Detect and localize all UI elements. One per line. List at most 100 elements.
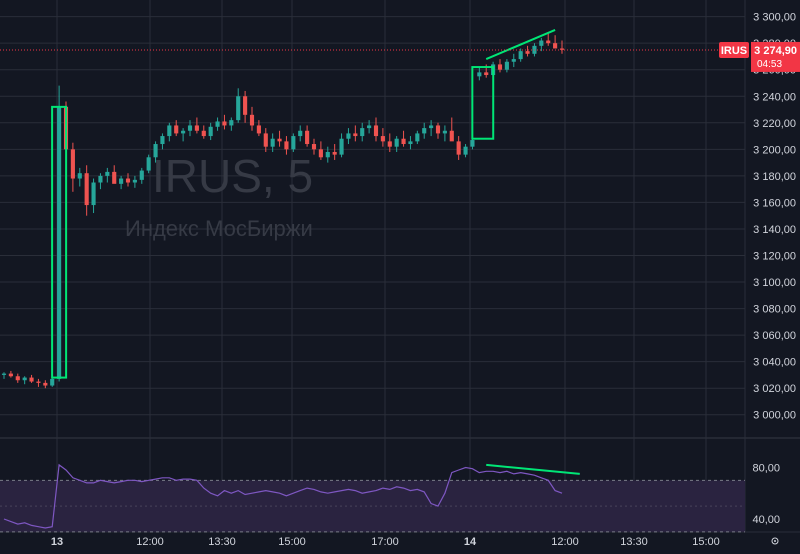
candle-body [160,136,165,145]
candle-body [518,51,523,60]
candle-body [387,141,392,147]
time-tick-label: 13:30 [620,536,648,548]
price-tick-label: 3 060,00 [753,330,796,342]
candle-body [422,128,427,134]
candle-body [470,140,475,147]
candle-body [208,126,213,137]
rsi-tick-label: 40,00 [752,514,780,526]
candle-body [15,376,20,381]
time-tick-label: 13 [51,536,63,548]
candle-body [174,125,179,134]
candle-body [84,173,89,206]
candle-body [511,59,516,62]
candle-body [8,373,13,377]
candle-body [139,170,144,180]
candle-body [1,373,7,375]
candle-body [236,96,241,121]
candle-body [194,125,199,131]
price-tick-label: 3 120,00 [753,250,796,262]
candle-body [98,175,103,183]
candle-body [112,171,117,184]
candle-body [367,125,372,129]
rsi-tick-label: 80,00 [752,462,780,474]
candle-body [332,151,337,155]
symbol-badge-label: IRUS [721,45,747,57]
candle-body [456,141,461,155]
price-tick-label: 3 100,00 [753,277,796,289]
candle-body [119,178,124,184]
candle-body [91,182,96,206]
candle-body [181,130,186,134]
candle-body [401,138,406,145]
candle-body [277,138,282,142]
candle-body [477,72,482,77]
candle-body [408,141,413,145]
candle-body [484,72,489,76]
candle-body [70,149,75,179]
candle-body [256,125,261,134]
price-tick-label: 3 180,00 [753,171,796,183]
candle-body [553,43,558,49]
candle-body [270,138,275,147]
candle-body [353,133,358,137]
candle-body [449,130,454,142]
price-chart[interactable]: IRUS, 5 Индекс МосБиржи 3 300,003 280,00… [0,0,800,554]
time-tick-label: 14 [464,536,477,548]
candle-body [429,125,434,129]
candle-body [249,114,255,126]
candle-body [36,381,41,383]
candle-body [298,130,303,137]
price-tick-label: 3 080,00 [753,304,796,316]
candle-body [394,138,399,147]
price-tick-label: 3 020,00 [753,383,796,395]
candle-body [415,133,420,142]
candle-body [57,106,62,379]
candle-body [50,378,55,386]
candle-body [215,121,220,127]
time-tick-label: 15:00 [692,536,720,548]
candle-body [325,151,330,158]
price-tick-label: 3 140,00 [753,224,796,236]
candle-body [339,138,344,155]
time-tick-label: 15:00 [278,536,306,548]
price-tick-label: 3 040,00 [753,357,796,369]
watermark-symbol: IRUS, 5 [152,150,313,202]
candle-body [291,136,296,150]
candle-body [525,51,530,54]
candle-body [187,125,193,131]
price-tick-label: 3 000,00 [753,410,796,422]
candle-body [167,125,172,137]
candle-body [360,128,365,137]
candle-body [373,125,379,137]
candle-body [243,96,248,115]
time-tick-label: 12:00 [136,536,164,548]
price-tick-label: 3 220,00 [753,118,796,130]
watermark-subtitle: Индекс МосБиржи [125,216,313,241]
candle-body [305,130,310,145]
price-badge-value: 3 274,90 [754,45,797,57]
candle-body [504,61,509,70]
candle-body [318,149,323,158]
time-tick-label: 17:00 [371,536,399,548]
candle-body [380,136,385,142]
candle-body [105,171,110,176]
price-badge-countdown: 04:53 [757,59,782,70]
price-tick-label: 3 240,00 [753,91,796,103]
candle-body [77,173,82,179]
candle-body [435,125,441,134]
candle-body [497,64,503,70]
candle-body [146,157,151,171]
candle-body [311,144,317,150]
candle-body [132,179,137,183]
time-tick-label: 12:00 [551,536,579,548]
price-tick-label: 3 300,00 [753,12,796,24]
candle-body [463,146,468,155]
candle-body [346,133,351,139]
price-tick-label: 3 200,00 [753,144,796,156]
candle-body [546,40,551,44]
candle-body [22,377,27,381]
candle-body [43,382,48,386]
candle-body [284,141,289,150]
candle-body [201,130,206,137]
candle-body [539,40,544,46]
